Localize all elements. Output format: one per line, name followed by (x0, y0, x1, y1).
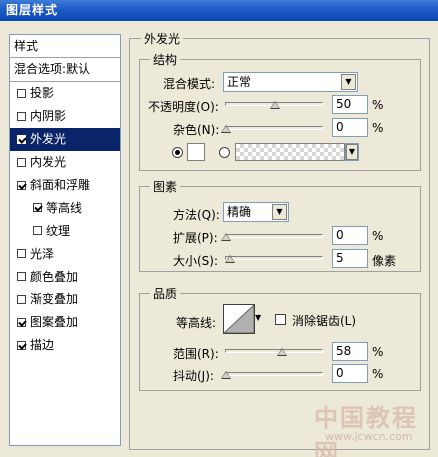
style-item[interactable]: 颜色叠加 (10, 265, 120, 288)
gradient-dropdown[interactable]: ▼ (345, 143, 359, 161)
opacity-label: 不透明度(O): (148, 100, 219, 114)
style-label: 斜面和浮雕 (30, 178, 91, 192)
contour-curve-icon (224, 305, 254, 333)
jitter-slider-track[interactable] (225, 372, 323, 376)
style-label: 纹理 (46, 223, 71, 238)
blend-mode-label: 混合模式: (163, 77, 216, 91)
noise-label: 杂色(N): (173, 123, 220, 137)
quality-title: 品质 (150, 285, 181, 302)
window-title: 图层样式 (6, 3, 59, 17)
style-checkbox[interactable] (17, 180, 26, 190)
style-checkbox[interactable] (17, 272, 26, 282)
style-label: 内阴影 (30, 109, 67, 124)
style-item[interactable]: 描边 (10, 334, 120, 357)
window-title-bar: 图层样式 (0, 0, 438, 21)
style-checkbox[interactable] (17, 294, 26, 304)
noise-slider-track[interactable] (225, 126, 323, 130)
spread-slider-handle[interactable] (221, 233, 231, 241)
size-unit: 像素 (372, 254, 397, 268)
jitter-slider-handle[interactable] (221, 371, 231, 379)
style-label: 颜色叠加 (30, 269, 79, 284)
blend-mode-select[interactable]: 正常 ▼ (223, 72, 358, 92)
range-unit: % (372, 345, 384, 359)
style-item[interactable]: 内阴影 (10, 105, 120, 128)
style-checkbox[interactable] (17, 88, 26, 98)
blend-options-item[interactable]: 混合选项:默认 (10, 58, 120, 82)
method-select[interactable]: 精确 ▼ (223, 202, 289, 222)
jitter-unit: % (372, 367, 384, 381)
noise-slider-handle[interactable] (221, 125, 231, 133)
style-label: 渐变叠加 (30, 292, 79, 307)
styles-list: 样式 混合选项:默认 投影内阴影外发光内发光斜面和浮雕等高线纹理光泽颜色叠加渐变… (9, 34, 121, 446)
noise-input[interactable]: 0 (332, 118, 368, 137)
noise-unit: % (372, 121, 384, 135)
chevron-down-icon[interactable]: ▼ (255, 313, 261, 322)
elements-title: 图素 (150, 178, 181, 195)
style-item[interactable]: 图案叠加 (10, 311, 120, 334)
antialias-checkbox[interactable] (275, 314, 286, 325)
size-slider-track[interactable] (225, 256, 323, 260)
style-checkbox[interactable] (17, 111, 26, 121)
opacity-slider-handle[interactable] (270, 101, 280, 109)
style-label: 光泽 (30, 246, 55, 261)
style-item[interactable]: 等高线 (10, 196, 120, 219)
jitter-label: 抖动(J): (173, 369, 214, 383)
glow-gradient-picker[interactable] (235, 143, 345, 161)
spread-unit: % (372, 229, 384, 243)
blend-mode-value: 正常 (227, 75, 252, 89)
style-checkbox[interactable] (33, 203, 42, 213)
style-label: 图案叠加 (30, 315, 79, 330)
style-checkbox[interactable] (17, 249, 26, 259)
chevron-down-icon[interactable]: ▼ (341, 74, 356, 90)
style-label: 等高线 (46, 200, 83, 215)
spread-slider-track[interactable] (225, 234, 323, 238)
style-label: 外发光 (30, 132, 67, 147)
style-item[interactable]: 内发光 (10, 151, 120, 174)
glow-color-swatch[interactable] (187, 143, 205, 161)
outer-glow-title: 外发光 (141, 30, 184, 47)
style-label: 描边 (30, 338, 55, 353)
style-checkbox[interactable] (17, 340, 26, 350)
style-item[interactable]: 纹理 (10, 219, 120, 242)
style-item[interactable]: 投影 (10, 82, 120, 105)
antialias-label: 消除锯齿(L) (292, 314, 357, 328)
style-checkbox[interactable] (17, 157, 26, 167)
size-label: 大小(S): (173, 254, 219, 268)
contour-preview[interactable] (223, 304, 255, 334)
opacity-input[interactable]: 50 (332, 95, 368, 114)
opacity-unit: % (372, 98, 384, 112)
chevron-down-icon[interactable]: ▼ (346, 144, 358, 160)
range-slider-track[interactable] (225, 349, 323, 353)
style-item[interactable]: 渐变叠加 (10, 288, 120, 311)
chevron-down-icon[interactable]: ▼ (272, 204, 287, 220)
style-label: 投影 (30, 86, 55, 101)
gradient-radio[interactable] (219, 147, 230, 158)
range-slider-handle[interactable] (277, 348, 287, 356)
contour-label: 等高线: (176, 316, 217, 330)
size-slider-handle[interactable] (225, 255, 235, 263)
range-label: 范围(R): (173, 347, 219, 361)
spread-input[interactable]: 0 (332, 226, 368, 245)
style-checkbox[interactable] (33, 226, 42, 236)
styles-header[interactable]: 样式 (10, 35, 120, 58)
structure-title: 结构 (150, 51, 181, 68)
watermark-text: 中国教程网 (314, 404, 418, 457)
style-checkbox[interactable] (17, 317, 26, 327)
style-item[interactable]: 斜面和浮雕 (10, 174, 120, 197)
style-checkbox[interactable] (17, 134, 26, 144)
method-label: 方法(Q): (173, 208, 220, 222)
method-value: 精确 (227, 205, 252, 219)
style-item[interactable]: 外发光 (10, 127, 120, 151)
size-input[interactable]: 5 (332, 249, 368, 268)
color-radio[interactable] (172, 147, 183, 158)
style-item[interactable]: 光泽 (10, 242, 120, 265)
range-input[interactable]: 58 (332, 342, 368, 361)
spread-label: 扩展(P): (173, 231, 218, 245)
watermark-url: www.jcwcn.com (325, 430, 413, 443)
style-label: 内发光 (30, 155, 67, 170)
jitter-input[interactable]: 0 (332, 364, 368, 383)
